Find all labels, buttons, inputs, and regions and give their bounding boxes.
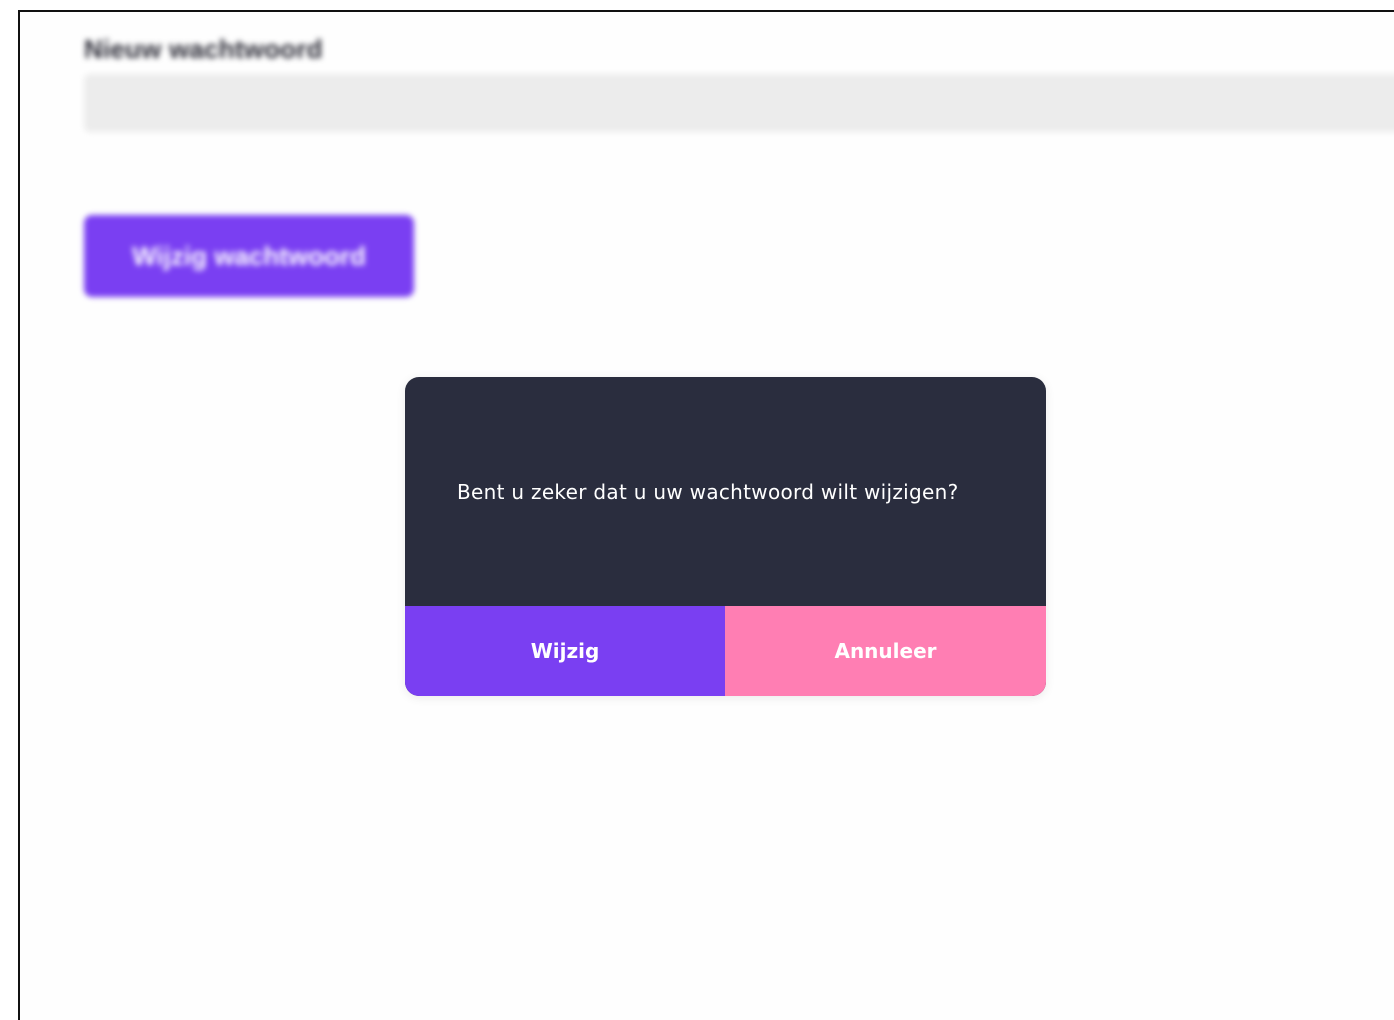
new-password-label: Nieuw wachtwoord	[84, 34, 323, 64]
new-password-input[interactable]	[84, 74, 1394, 132]
cancel-button[interactable]: Annuleer	[725, 606, 1046, 696]
dialog-body: Bent u zeker dat u uw wachtwoord wilt wi…	[405, 377, 1046, 606]
dialog-message: Bent u zeker dat u uw wachtwoord wilt wi…	[457, 479, 959, 504]
confirm-dialog: Bent u zeker dat u uw wachtwoord wilt wi…	[405, 377, 1046, 696]
change-password-button[interactable]: Wijzig wachtwoord	[84, 215, 414, 297]
confirm-button[interactable]: Wijzig	[405, 606, 725, 696]
dialog-actions: Wijzig Annuleer	[405, 606, 1046, 696]
